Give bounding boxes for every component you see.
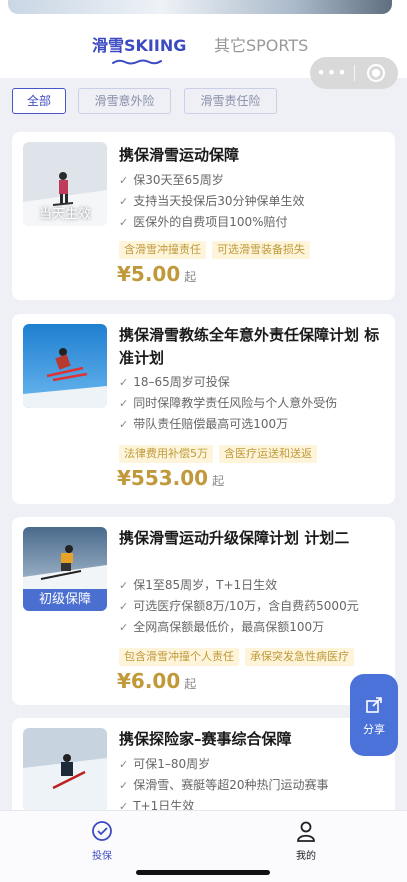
filter-bar: 全部 滑雪意外险 滑雪责任险	[0, 88, 407, 120]
product-thumbnail: 当天生效	[23, 142, 107, 226]
thumb-caption: 当天生效	[38, 207, 91, 222]
product-title: 携保滑雪运动保障	[119, 146, 240, 164]
hero-image	[8, 0, 392, 14]
product-price: ¥5.00 起	[117, 262, 197, 286]
check-icon: ✓	[119, 195, 129, 208]
product-tag: 含医疗运送和送返	[219, 445, 317, 463]
check-icon: ✓	[119, 397, 129, 410]
product-tag: 包含滑雪冲撞个人责任	[119, 648, 239, 666]
product-tag: 法律费用补偿5万	[119, 445, 213, 463]
thumb-caption: 初级保障	[23, 589, 107, 611]
nav-insure-label: 投保	[92, 851, 112, 862]
feature-item: ✓ 保1至85周岁，T+1日生效	[119, 578, 278, 592]
product-card[interactable]: 初级保障 携保滑雪运动升级保障计划 计划二 ✓ 保1至85周岁，T+1日生效 ✓ 可…	[12, 517, 395, 705]
tab-active-indicator	[112, 59, 162, 65]
nav-mine[interactable]: 我的	[276, 819, 336, 862]
share-icon	[350, 696, 398, 719]
more-dots-icon[interactable]: •••	[310, 57, 354, 89]
tag-list: 含滑雪冲撞责任 可选滑雪装备损失	[119, 238, 316, 259]
feature-item: ✓ 带队责任赔偿最高可选100万	[119, 417, 289, 431]
check-icon: ✓	[119, 758, 129, 771]
miniprogram-capsule: •••	[310, 57, 398, 89]
product-title: 携保滑雪教练全年意外责任保障计划 标准计划	[119, 326, 380, 367]
product-card[interactable]: 携保滑雪教练全年意外责任保障计划 标准计划 ✓ 18–65周岁可投保 ✓ 同时保障教…	[12, 314, 395, 504]
filter-ski-liability[interactable]: 滑雪责任险	[184, 88, 277, 114]
nav-insure[interactable]: 投保	[72, 819, 132, 862]
share-button[interactable]: 分享	[350, 674, 398, 756]
check-icon: ✓	[119, 779, 129, 792]
check-icon: ✓	[119, 600, 129, 613]
target-icon[interactable]	[367, 64, 385, 82]
feature-item: ✓ 可选医疗保额8万/10万，含自费药5000元	[119, 599, 359, 613]
feature-list: ✓ 18–65周岁可投保 ✓ 同时保障教学责任风险与个人意外受伤 ✓ 带队责任赔偿最高…	[119, 372, 389, 435]
product-thumbnail: 初级保障	[23, 527, 107, 611]
filter-all[interactable]: 全部	[12, 88, 66, 114]
feature-list: ✓ 保30天至65周岁 ✓ 支持当天投保后30分钟保单生效 ✓ 医保外的自费项目100…	[119, 170, 389, 233]
check-icon: ✓	[119, 376, 129, 389]
share-label: 分享	[363, 723, 385, 736]
feature-item: ✓ 同时保障教学责任风险与个人意外受伤	[119, 396, 338, 410]
tag-list: 包含滑雪冲撞个人责任 承保突发急性病医疗	[119, 645, 360, 666]
feature-list: ✓ 保1至85周岁，T+1日生效 ✓ 可选医疗保额8万/10万，含自费药5000元 …	[119, 575, 389, 638]
check-icon: ✓	[119, 579, 129, 592]
insure-icon	[72, 819, 132, 843]
product-card[interactable]: 当天生效 携保滑雪运动保障 ✓ 保30天至65周岁 ✓ 支持当天投保后30分钟保单生…	[12, 132, 395, 300]
capsule-divider	[354, 65, 355, 81]
product-tag: 含滑雪冲撞责任	[119, 241, 206, 259]
feature-item: ✓ 全网高保额最低价，最高保额100万	[119, 620, 325, 634]
tag-list: 法律费用补偿5万 含医疗运送和送返	[119, 442, 323, 463]
product-card[interactable]: 携保探险家–赛事综合保障 ✓ 可保1–80周岁 ✓ 保滑雪、赛艇等超20种热门运动赛…	[12, 718, 395, 818]
product-thumbnail	[23, 324, 107, 408]
product-tag: 可选滑雪装备损失	[212, 241, 310, 259]
user-icon	[276, 819, 336, 843]
feature-item: ✓ 可保1–80周岁	[119, 757, 211, 771]
product-title: 携保滑雪运动升级保障计划 计划二	[119, 529, 350, 547]
nav-mine-label: 我的	[296, 851, 316, 862]
product-tag: 承保突发急性病医疗	[245, 648, 354, 666]
product-price: ¥553.00 起	[117, 466, 225, 490]
hero-banner	[0, 0, 407, 22]
feature-item: ✓ 保30天至65周岁	[119, 173, 224, 187]
product-thumbnail	[23, 728, 107, 812]
check-icon: ✓	[119, 216, 129, 229]
feature-item: ✓ 保滑雪、赛艇等超20种热门运动赛事	[119, 778, 329, 792]
tab-skiing[interactable]: 滑雪SKIING	[92, 32, 186, 56]
product-title: 携保探险家–赛事综合保障	[119, 730, 292, 748]
check-icon: ✓	[119, 174, 129, 187]
check-icon: ✓	[119, 418, 129, 431]
filter-ski-accident[interactable]: 滑雪意外险	[78, 88, 171, 114]
feature-item: ✓ 支持当天投保后30分钟保单生效	[119, 194, 305, 208]
product-price: ¥6.00 起	[117, 669, 197, 693]
home-indicator	[136, 870, 270, 875]
feature-list: ✓ 可保1–80周岁 ✓ 保滑雪、赛艇等超20种热门运动赛事 ✓ T+1日生效	[119, 754, 389, 817]
tab-other-sports[interactable]: 其它SPORTS	[214, 32, 308, 56]
feature-item: ✓ 18–65周岁可投保	[119, 375, 230, 389]
check-icon: ✓	[119, 621, 129, 634]
feature-item: ✓ 医保外的自费项目100%赔付	[119, 215, 288, 229]
